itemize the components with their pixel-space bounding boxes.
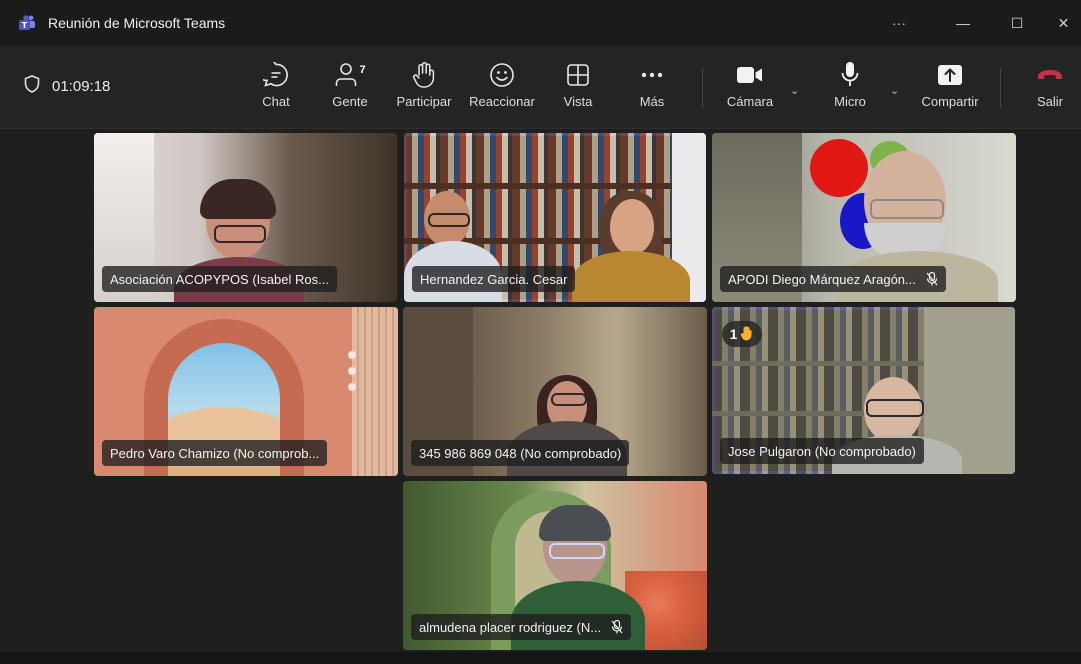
video-tile[interactable]: 345 986 869 048 (No comprobado) [403, 307, 707, 476]
shelf [712, 361, 932, 366]
wall-knob [348, 383, 356, 391]
chat-button[interactable]: Chat [256, 60, 296, 118]
participant-name-tag: Asociación ACOPYPOS (Isabel Ros... [102, 266, 337, 292]
smiley-icon [489, 60, 515, 90]
camera-options-chevron-icon[interactable]: ⌄ [790, 84, 799, 97]
chat-icon [263, 60, 289, 90]
glasses [551, 393, 587, 406]
leave-button[interactable]: Salir [1028, 60, 1072, 118]
red-balloon [810, 139, 868, 197]
participant-name-tag: 345 986 869 048 (No comprobado) [411, 440, 630, 466]
participant-hair [200, 179, 276, 219]
participant-name: Jose Pulgaron (No comprobado) [728, 443, 916, 459]
glasses [870, 199, 944, 219]
taskbar-edge [0, 652, 1081, 664]
participant-name: Pedro Varo Chamizo (No comprob... [110, 445, 320, 461]
video-tile[interactable]: Asociación ACOPYPOS (Isabel Ros... [94, 133, 397, 302]
participant-name: APODI Diego Márquez Aragón... [728, 271, 916, 287]
video-tile[interactable]: APODI Diego Márquez Aragón... [712, 133, 1016, 302]
participant-name-tag: Hernandez Garcia. Cesar [412, 266, 576, 292]
participant-name-tag: APODI Diego Márquez Aragón... [720, 266, 946, 292]
share-button[interactable]: Compartir [916, 60, 984, 118]
wall-knob [348, 351, 356, 359]
title-bar: T Reunión de Microsoft Teams ··· — ☐ ✕ [0, 0, 1081, 46]
minimize-button[interactable]: — [940, 0, 986, 46]
more-label: Más [639, 94, 665, 109]
leave-label: Salir [1036, 94, 1063, 109]
raised-hand-badge: 1 [722, 321, 762, 347]
hang-up-icon [1036, 60, 1064, 90]
wall-knob [348, 367, 356, 375]
view-label: Vista [563, 94, 593, 109]
glasses [428, 213, 470, 227]
glasses [866, 399, 924, 417]
more-dots-icon [640, 60, 664, 90]
mic-label: Micro [834, 94, 866, 109]
microphone-icon [840, 60, 860, 90]
maximize-button[interactable]: ☐ [994, 0, 1040, 46]
grid-view-icon [566, 60, 590, 90]
participant-name-tag: Pedro Varo Chamizo (No comprob... [102, 440, 328, 466]
hand-icon [412, 60, 436, 90]
participant-name: 345 986 869 048 (No comprobado) [419, 445, 622, 461]
participant-name-tag: Jose Pulgaron (No comprobado) [720, 438, 924, 464]
camera-button[interactable]: Cámara [722, 60, 778, 118]
close-window-button[interactable]: ✕ [1046, 0, 1081, 46]
people-count-badge: 7 [359, 64, 366, 76]
video-tile-raised-hand[interactable]: 1 Jose Pulgaron (No comprobado) [712, 307, 1015, 474]
participant-name: Hernandez Garcia. Cesar [420, 271, 568, 287]
meeting-timer: 01:09:18 [24, 74, 110, 98]
people-label: Gente [332, 94, 368, 109]
mic-options-chevron-icon[interactable]: ⌄ [890, 84, 899, 97]
video-tile-active-speaker[interactable]: Hernandez Garcia. Cesar [404, 133, 706, 302]
people-icon [336, 63, 357, 86]
people-button[interactable]: 7 Gente [326, 60, 374, 118]
more-button[interactable]: Más [632, 60, 672, 118]
video-tile[interactable]: almudena placer rodriguez (N... [403, 481, 707, 650]
video-tile[interactable]: Pedro Varo Chamizo (No comprob... [94, 307, 398, 476]
shelf [404, 183, 706, 189]
raised-hand-icon [740, 325, 754, 344]
glasses [549, 543, 605, 559]
svg-text:T: T [22, 21, 28, 30]
camera-label: Cámara [726, 94, 774, 109]
participant-name-tag: almudena placer rodriguez (N... [411, 614, 632, 640]
glasses [214, 225, 266, 243]
toolbar-divider-2 [1000, 68, 1001, 108]
toolbar-divider [702, 68, 703, 108]
mic-off-icon [611, 620, 623, 634]
raised-hand-order: 1 [729, 326, 738, 342]
participant-face [610, 199, 654, 255]
window-title: Reunión de Microsoft Teams [48, 15, 226, 31]
participant-name: almudena placer rodriguez (N... [419, 619, 602, 635]
timer-text: 01:09:18 [52, 77, 111, 95]
chat-label: Chat [262, 94, 290, 109]
window-more-button[interactable]: ··· [876, 0, 922, 46]
raise-hand-button[interactable]: Participar [392, 60, 456, 118]
people-icon-wrap: 7 [334, 60, 366, 90]
view-button[interactable]: Vista [558, 60, 598, 118]
shield-icon [24, 75, 40, 97]
share-label: Compartir [921, 94, 979, 109]
react-button[interactable]: Reaccionar [466, 60, 538, 118]
teams-logo-icon: T [18, 15, 36, 31]
participant-body [572, 251, 690, 302]
participant-name: Asociación ACOPYPOS (Isabel Ros... [110, 271, 329, 287]
ribbed-wall [352, 307, 398, 476]
react-label: Reaccionar [469, 94, 535, 109]
share-screen-icon [937, 60, 963, 90]
meeting-toolbar: 01:09:18 Chat 7 Gente Participar Reaccio… [0, 46, 1081, 129]
camera-icon [736, 60, 764, 90]
raise-hand-label: Participar [396, 94, 452, 109]
mic-off-icon [926, 272, 938, 286]
mic-button[interactable]: Micro [826, 60, 874, 118]
